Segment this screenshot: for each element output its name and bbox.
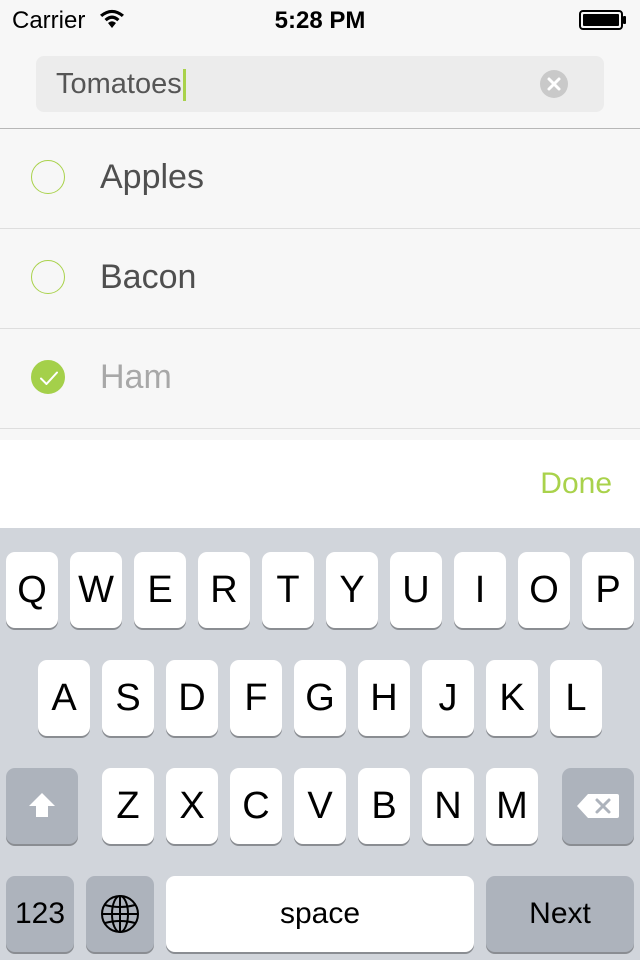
keyboard: Q W E R T Y U I O P A S D F G H J K L Z …	[0, 528, 640, 960]
key-u[interactable]: U	[390, 552, 442, 628]
list-item[interactable]: Bacon	[0, 229, 640, 329]
key-a[interactable]: A	[38, 660, 90, 736]
list-item-label: Bacon	[100, 258, 197, 296]
key-p[interactable]: P	[582, 552, 634, 628]
clear-icon[interactable]	[540, 70, 568, 98]
key-s[interactable]: S	[102, 660, 154, 736]
key-z[interactable]: Z	[102, 768, 154, 844]
key-v[interactable]: V	[294, 768, 346, 844]
numbers-key[interactable]: 123	[6, 876, 74, 952]
item-input-value: Tomatoes	[56, 67, 186, 102]
key-f[interactable]: F	[230, 660, 282, 736]
battery-icon	[579, 10, 627, 30]
key-b[interactable]: B	[358, 768, 410, 844]
shopping-list: Apples Bacon Ham	[0, 129, 640, 429]
key-j[interactable]: J	[422, 660, 474, 736]
item-input[interactable]: Tomatoes	[36, 56, 604, 112]
item-entry-area: Tomatoes	[0, 40, 640, 129]
key-e[interactable]: E	[134, 552, 186, 628]
key-n[interactable]: N	[422, 768, 474, 844]
list-item-label: Apples	[100, 158, 204, 196]
key-g[interactable]: G	[294, 660, 346, 736]
status-time: 5:28 PM	[274, 7, 366, 34]
done-button[interactable]: Done	[540, 467, 612, 501]
next-key[interactable]: Next	[486, 876, 634, 952]
key-l[interactable]: L	[550, 660, 602, 736]
key-r[interactable]: R	[198, 552, 250, 628]
list-item[interactable]: Apples	[0, 129, 640, 229]
checkmark-circle-icon[interactable]	[31, 360, 65, 394]
shift-key[interactable]	[6, 768, 78, 844]
delete-key[interactable]	[562, 768, 634, 844]
key-h[interactable]: H	[358, 660, 410, 736]
key-t[interactable]: T	[262, 552, 314, 628]
key-w[interactable]: W	[70, 552, 122, 628]
key-o[interactable]: O	[518, 552, 570, 628]
unchecked-circle-icon[interactable]	[31, 260, 65, 294]
list-item-label: Ham	[100, 358, 172, 396]
key-y[interactable]: Y	[326, 552, 378, 628]
text-cursor	[182, 69, 186, 102]
list-item[interactable]: Ham	[0, 329, 640, 429]
key-k[interactable]: K	[486, 660, 538, 736]
key-x[interactable]: X	[166, 768, 218, 844]
key-d[interactable]: D	[166, 660, 218, 736]
space-key[interactable]: space	[166, 876, 474, 952]
keyboard-toolbar: Done	[0, 440, 640, 528]
unchecked-circle-icon[interactable]	[31, 160, 65, 194]
globe-key[interactable]	[86, 876, 154, 952]
key-m[interactable]: M	[486, 768, 538, 844]
status-bar: Carrier 5:28 PM	[0, 0, 640, 40]
key-i[interactable]: I	[454, 552, 506, 628]
key-c[interactable]: C	[230, 768, 282, 844]
key-q[interactable]: Q	[6, 552, 58, 628]
